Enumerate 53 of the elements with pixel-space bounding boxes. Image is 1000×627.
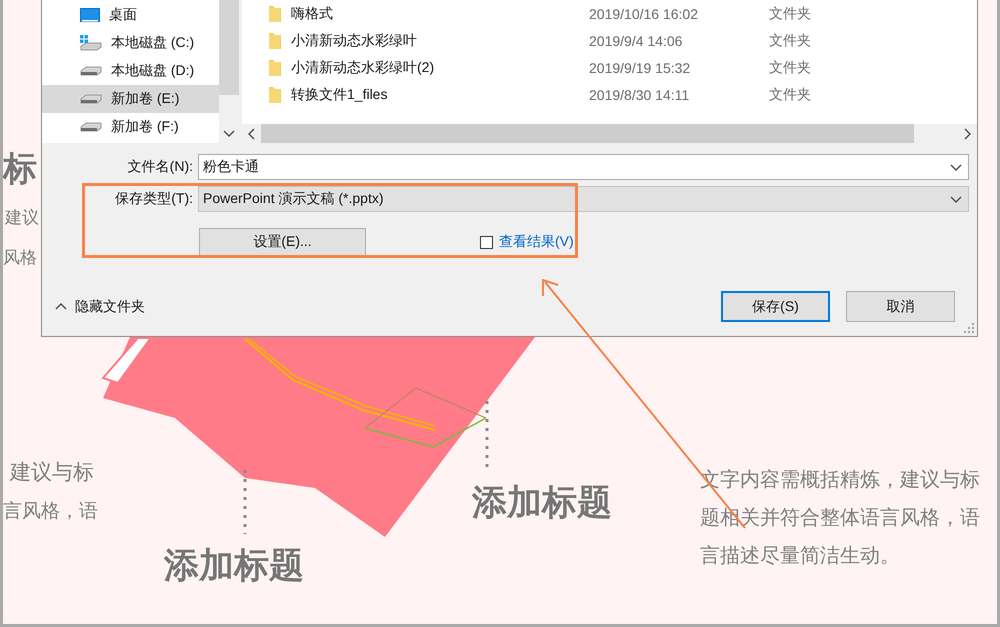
nav-item[interactable]: 桌面 — [42, 1, 219, 29]
caret-down-icon[interactable] — [950, 196, 962, 202]
caret-right-icon[interactable] — [964, 128, 971, 140]
file-type: 文件夹 — [769, 58, 812, 76]
nav-item[interactable]: 新加卷 (E:) — [42, 85, 219, 113]
slide-text: 言风格，语 — [2, 500, 98, 524]
file-type: 文件夹 — [769, 4, 812, 22]
drive-icon — [80, 122, 102, 132]
nav-item[interactable]: 本地磁盘 (D:) — [42, 57, 219, 85]
file-name-field[interactable]: 粉色卡通 — [198, 154, 969, 180]
checkbox-label[interactable]: 查看结果(V) — [499, 233, 574, 251]
resize-grip-icon[interactable] — [964, 323, 975, 334]
caret-down-icon[interactable] — [950, 164, 962, 170]
drive-icon — [80, 35, 102, 51]
modified-date: 2019/9/19 15:32 — [589, 60, 692, 76]
field-label: 文件名(N): — [126, 158, 194, 176]
slide-text: 风格 — [3, 247, 37, 269]
modified-date: 2019/8/30 14:11 — [589, 86, 690, 102]
slide-text: 建议 — [5, 207, 39, 229]
file-name[interactable]: 小清新动态水彩绿叶 — [291, 32, 589, 50]
file-name[interactable]: 小清新动态水彩绿叶(2) — [291, 58, 589, 76]
file-type-dropdown[interactable]: PowerPoint 演示文稿 (*.pptx) — [198, 186, 969, 212]
horizontal-scrollbar[interactable] — [242, 124, 977, 143]
caret-left-icon[interactable] — [248, 128, 255, 140]
file-type: 文件夹 — [769, 86, 812, 104]
monitor-icon — [80, 8, 100, 22]
tools-button[interactable]: 设置(E)... — [199, 228, 366, 256]
folder-icon — [269, 59, 281, 76]
slide-heading: 添加标题 — [164, 545, 304, 587]
cancel-button[interactable]: 取消 — [846, 291, 955, 322]
file-name[interactable]: 转换文件1_files — [291, 86, 589, 104]
leader-line — [244, 470, 246, 534]
checkbox[interactable] — [480, 236, 493, 248]
drive-icon — [80, 94, 102, 104]
nav-item[interactable]: 新加卷 (F:) — [42, 113, 219, 141]
caret-up-icon[interactable] — [55, 303, 67, 310]
drive-icon — [80, 66, 102, 76]
caret-down-icon[interactable] — [223, 130, 235, 136]
modified-date: 2019/10/16 16:02 — [589, 6, 699, 22]
folder-icon — [269, 32, 281, 49]
slide-heading: 标 — [3, 149, 37, 190]
modified-date: 2019/9/4 14:06 — [589, 32, 684, 48]
folder-icon — [269, 86, 281, 103]
field-label: 保存类型(T): — [114, 190, 194, 208]
file-type: 文件夹 — [769, 32, 812, 50]
slide-text: 建议与标 — [10, 460, 95, 486]
slide-heading: 添加标题 — [472, 482, 612, 524]
folder-icon — [269, 5, 281, 22]
save-button[interactable]: 保存(S) — [721, 291, 830, 322]
hide-folders-toggle[interactable]: 隐藏文件夹 — [55, 298, 145, 316]
file-name[interactable]: 嗨格式 — [291, 4, 589, 22]
leader-line — [486, 401, 488, 467]
nav-item[interactable]: 本地磁盘 (C:) — [42, 29, 219, 57]
